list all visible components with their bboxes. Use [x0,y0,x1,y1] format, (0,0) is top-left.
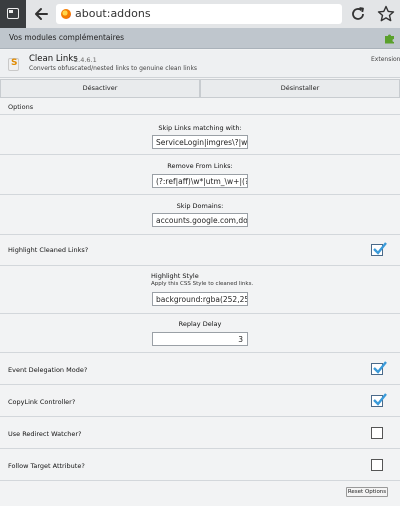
skip-links-input[interactable]: ServiceLogin|imgres\?|watc [152,135,248,149]
firefox-icon [61,9,71,19]
follow-target-checkbox[interactable] [371,459,383,471]
addon-description: Converts obfuscated/nested links to genu… [29,65,198,72]
skip-domains-input[interactable]: accounts.google.com,docs [152,213,248,227]
skip-links-label: Skip Links matching with: [158,124,242,132]
highlight-style-hint: Apply this CSS Style to cleaned links. [151,281,254,287]
uninstall-button[interactable]: Désinstaller [200,79,400,98]
puzzle-piece-icon [385,34,394,44]
copylink-controller-label: CopyLink Controller? [8,398,76,406]
highlight-cleaned-label: Highlight Cleaned Links? [8,246,89,254]
divider [0,352,400,353]
reset-options-button[interactable]: Reset Options [346,487,388,497]
divider [0,448,400,449]
highlight-style-input[interactable]: background:rgba(252,252,0 [152,292,248,306]
divider [0,194,400,195]
remove-from-links-input[interactable]: (?:ref|aff)\w*|utm_\w+|(?:m [152,174,248,188]
remove-from-links-label: Remove From Links: [167,162,233,170]
addon-actions: Désactiver Désinstaller [0,79,400,98]
replay-delay-label: Replay Delay [178,320,222,328]
divider [0,114,400,115]
disable-button[interactable]: Désactiver [0,79,200,98]
event-delegation-label: Event Delegation Mode? [8,366,88,374]
copylink-controller-checkbox[interactable] [371,393,387,407]
highlight-style-label: Highlight Style [151,272,199,280]
redirect-watcher-label: Use Redirect Watcher? [8,430,82,438]
url-text: about:addons [75,7,151,20]
addon-icon [8,58,19,71]
options-header: Options [8,103,34,111]
skip-domains-label: Skip Domains: [176,202,224,210]
addon-type: Extension [371,56,400,63]
event-delegation-checkbox[interactable] [371,361,387,375]
checkmark-icon [373,242,387,255]
bookmark-star-icon[interactable] [377,5,395,23]
reload-icon[interactable] [350,6,366,22]
divider [0,313,400,314]
divider [0,384,400,385]
url-bar[interactable]: about:addons [56,4,342,24]
checkmark-icon [373,361,387,374]
addon-name: Clean Links [29,54,78,64]
tabs-button[interactable] [0,0,26,28]
redirect-watcher-checkbox[interactable] [371,427,383,439]
highlight-cleaned-checkbox[interactable] [371,242,387,256]
page-title-bar: Vos modules complémentaires [0,28,400,49]
tabs-icon [7,8,19,19]
back-arrow-icon [35,8,48,20]
divider [0,265,400,266]
divider [0,480,400,481]
checkmark-icon [373,393,387,406]
divider [0,234,400,235]
browser-toolbar: about:addons [0,0,400,28]
addon-header: Clean Links 2.4.6.1 Converts obfuscated/… [0,50,400,78]
page-title: Vos modules complémentaires [9,33,125,42]
divider [0,416,400,417]
back-button[interactable] [26,0,56,28]
replay-delay-input[interactable]: 3 [152,332,248,346]
follow-target-label: Follow Target Attribute? [8,462,85,470]
divider [0,154,400,155]
addon-version: 2.4.6.1 [74,56,97,64]
